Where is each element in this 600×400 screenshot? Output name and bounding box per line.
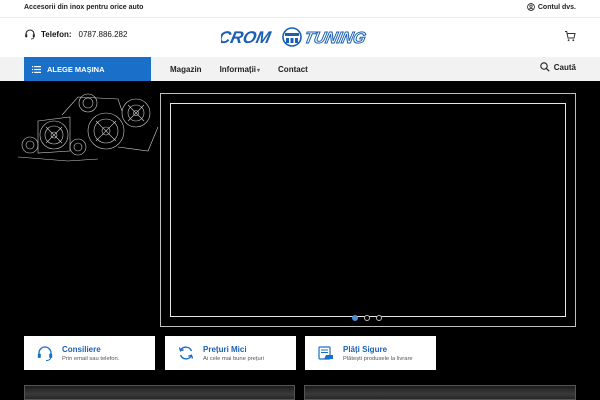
search-label: Caută: [553, 62, 576, 72]
choose-car-label: ALEGE MAȘINA: [47, 64, 105, 74]
slide-frame: [170, 103, 566, 317]
feature-subtitle: Plătești produsele la livrare: [343, 355, 413, 362]
header: Telefon: 0787.886.282 CROM TUNING: [0, 18, 600, 58]
hero-section: Consiliere Prin email sau telefon. Prețu…: [0, 81, 600, 400]
search-button[interactable]: Caută: [540, 62, 576, 72]
logo-text-left: CROM: [221, 27, 273, 47]
headset-icon: [37, 346, 53, 361]
account-label: Contul dvs.: [537, 3, 576, 11]
feature-subtitle: Prin email sau telefon.: [62, 355, 120, 362]
payment-icon: [318, 346, 333, 360]
feature-title: Plăți Sigure: [343, 344, 388, 354]
nav-link-contact[interactable]: Contact: [278, 65, 308, 74]
nav-links: Magazin Informații▾ Contact: [170, 57, 308, 81]
account-link[interactable]: Contul dvs.: [527, 3, 576, 11]
nav-link-informatii[interactable]: Informații▾: [220, 65, 260, 74]
slider-dot-3[interactable]: [376, 315, 382, 321]
category-thumbnail[interactable]: [304, 385, 576, 400]
user-icon: [527, 3, 535, 11]
headset-icon: [25, 29, 35, 40]
nav-link-informatii-label: Informații: [219, 64, 257, 74]
logo-emblem: [282, 27, 302, 47]
logo-text-right: TUNING: [303, 29, 368, 47]
feature-subtitle: Ai cele mai bune prețuri: [203, 355, 264, 362]
phone-contact[interactable]: Telefon: 0787.886.282: [24, 28, 127, 40]
slider-dot-1[interactable]: [352, 315, 358, 321]
crom-tuning-logo[interactable]: CROM TUNING: [221, 26, 379, 48]
phone-label: Telefon:: [41, 29, 72, 39]
refresh-icon: [178, 346, 194, 360]
feature-card-consultancy[interactable]: Consiliere Prin email sau telefon.: [24, 336, 155, 370]
tagline: Accesorii din inox pentru orice auto: [24, 4, 144, 11]
choose-car-button[interactable]: ALEGE MAȘINA: [24, 57, 151, 81]
hero-slider[interactable]: [160, 93, 576, 327]
nav-link-magazin[interactable]: Magazin: [170, 65, 202, 74]
category-thumbnail[interactable]: [24, 385, 295, 400]
slider-dot-2[interactable]: [364, 315, 370, 321]
cart-icon[interactable]: [564, 30, 576, 42]
engine-blueprint-illustration: [18, 93, 159, 162]
search-icon: [540, 62, 550, 72]
chevron-down-icon: ▾: [257, 67, 261, 74]
main-nav: ALEGE MAȘINA Magazin Informații▾ Contact…: [0, 57, 600, 81]
slider-pagination: [352, 315, 382, 321]
menu-icon: [32, 65, 41, 73]
top-bar: Accesorii din inox pentru orice auto Con…: [0, 0, 600, 18]
feature-title: Consiliere: [62, 344, 101, 354]
phone-number: 0787.886.282: [78, 29, 128, 39]
feature-card-low-prices[interactable]: Prețuri Mici Ai cele mai bune prețuri: [165, 336, 296, 370]
feature-card-secure-payments[interactable]: Plăți Sigure Plătești produsele la livra…: [305, 336, 436, 370]
feature-title: Prețuri Mici: [203, 344, 247, 354]
